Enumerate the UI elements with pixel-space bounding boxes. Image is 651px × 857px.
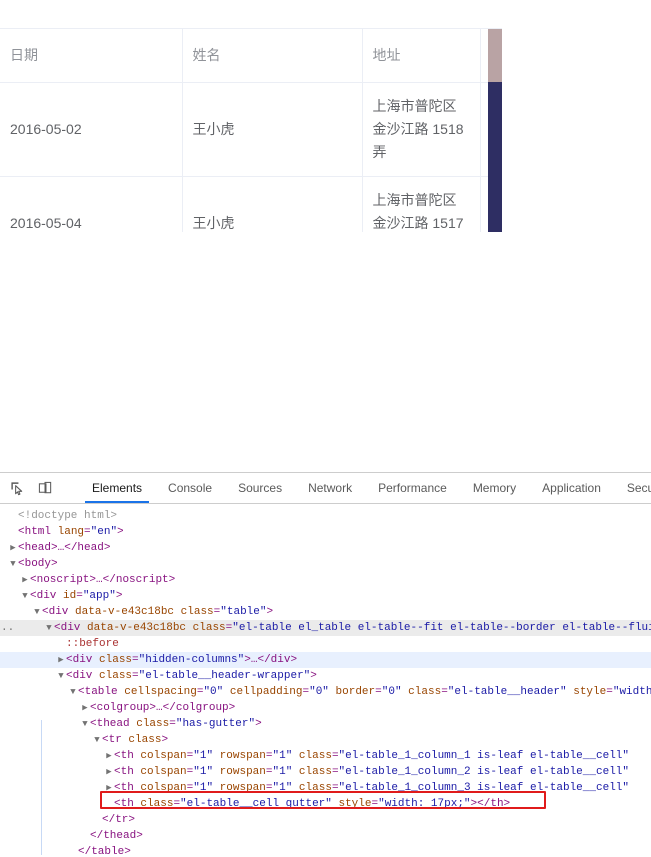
dom-tree-line[interactable]: <tr class> xyxy=(0,732,651,748)
table-header-row: 日期 姓名 地址 xyxy=(0,29,502,83)
dom-tree-line[interactable]: <div data-v-e43c18bc class="el-table el_… xyxy=(0,620,651,636)
dom-tree-line[interactable]: <html lang="en"> xyxy=(0,524,651,540)
device-toolbar-icon[interactable] xyxy=(36,479,54,497)
disclosure-triangle[interactable] xyxy=(104,748,114,764)
overflow-dots-marker: .. xyxy=(1,622,15,634)
dom-tree-line[interactable]: <div data-v-e43c18bc class="table"> xyxy=(0,604,651,620)
dom-tree-line[interactable]: <table cellspacing="0" cellpadding="0" b… xyxy=(0,684,651,700)
disclosure-triangle[interactable] xyxy=(20,588,30,604)
column-header-address[interactable]: 地址 xyxy=(362,29,481,83)
dom-tree-line[interactable]: <th colspan="1" rowspan="1" class="el-ta… xyxy=(0,780,651,796)
disclosure-triangle[interactable] xyxy=(104,780,114,796)
dom-tree-line[interactable]: <div id="app"> xyxy=(0,588,651,604)
tab-memory[interactable]: Memory xyxy=(460,473,529,503)
dom-tree-line[interactable]: <div class="hidden-columns">…</div> xyxy=(0,652,651,668)
table-row[interactable]: 2016-05-02 王小虎 上海市普陀区金沙江路 1518 弄 xyxy=(0,82,502,177)
tab-sources[interactable]: Sources xyxy=(225,473,295,503)
cell-address: 上海市普陀区金沙江路 1517 弄 xyxy=(362,176,481,232)
disclosure-triangle[interactable] xyxy=(92,732,102,748)
disclosure-triangle[interactable] xyxy=(8,556,18,572)
dom-tree-line[interactable]: <head>…</head> xyxy=(0,540,651,556)
el-table-container: 日期 姓名 地址 2016-05-02 王小虎 上海市普陀区金沙江路 1518 … xyxy=(0,28,502,232)
disclosure-triangle[interactable] xyxy=(80,716,90,732)
devtools-toolbar: Elements Console Sources Network Perform… xyxy=(0,473,651,504)
devtools-toolbar-icons xyxy=(0,473,79,503)
dom-tree-line[interactable]: <!doctype html> xyxy=(0,508,651,524)
disclosure-triangle[interactable] xyxy=(104,764,114,780)
dom-tree-line[interactable]: <thead class="has-gutter"> xyxy=(0,716,651,732)
disclosure-triangle[interactable] xyxy=(56,668,66,684)
disclosure-triangle[interactable] xyxy=(80,700,90,716)
cell-date: 2016-05-02 xyxy=(0,82,183,177)
disclosure-triangle[interactable] xyxy=(68,684,78,700)
table-scrollbar-thumb[interactable] xyxy=(488,82,502,232)
tab-elements[interactable]: Elements xyxy=(79,473,155,503)
dom-tree-line[interactable]: <colgroup>…</colgroup> xyxy=(0,700,651,716)
cell-address: 上海市普陀区金沙江路 1518 弄 xyxy=(362,82,481,177)
dom-tree-line[interactable]: <noscript>…</noscript> xyxy=(0,572,651,588)
dom-tree[interactable]: <!doctype html><html lang="en"><head>…</… xyxy=(0,504,651,856)
column-header-name[interactable]: 姓名 xyxy=(182,29,363,83)
dom-tree-line[interactable]: <th colspan="1" rowspan="1" class="el-ta… xyxy=(0,748,651,764)
tab-security[interactable]: Security xyxy=(614,473,651,503)
disclosure-triangle[interactable] xyxy=(56,652,66,668)
table-head: 日期 姓名 地址 xyxy=(0,29,502,83)
dom-tree-line[interactable]: </table> xyxy=(0,844,651,856)
disclosure-triangle[interactable] xyxy=(8,540,18,556)
table-row[interactable]: 2016-05-04 王小虎 上海市普陀区金沙江路 1517 弄 xyxy=(0,176,502,232)
table-gutter-strip xyxy=(488,29,502,232)
dom-tree-line[interactable]: ::before xyxy=(0,636,651,652)
dom-tree-line[interactable]: </thead> xyxy=(0,828,651,844)
cell-name: 王小虎 xyxy=(182,82,363,177)
dom-tree-line[interactable]: </tr> xyxy=(0,812,651,828)
tab-network[interactable]: Network xyxy=(295,473,365,503)
dom-tree-line[interactable]: <body> xyxy=(0,556,651,572)
dom-tree-line[interactable]: <th colspan="1" rowspan="1" class="el-ta… xyxy=(0,764,651,780)
tab-performance[interactable]: Performance xyxy=(365,473,460,503)
dom-tree-line[interactable]: <th class="el-table__cell gutter" style=… xyxy=(0,796,651,812)
tab-console[interactable]: Console xyxy=(155,473,225,503)
cell-name: 王小虎 xyxy=(182,176,363,232)
dom-tree-line[interactable]: <div class="el-table__header-wrapper"> xyxy=(0,668,651,684)
cell-date: 2016-05-04 xyxy=(0,176,183,232)
data-table: 日期 姓名 地址 2016-05-02 王小虎 上海市普陀区金沙江路 1518 … xyxy=(0,29,502,232)
devtools-element-highlight xyxy=(488,29,502,82)
disclosure-triangle[interactable] xyxy=(32,604,42,620)
devtools-panel: Elements Console Sources Network Perform… xyxy=(0,472,651,857)
inspect-element-icon[interactable] xyxy=(8,479,26,497)
column-header-date[interactable]: 日期 xyxy=(0,29,183,83)
table-body: 2016-05-02 王小虎 上海市普陀区金沙江路 1518 弄 2016-05… xyxy=(0,82,502,232)
disclosure-triangle[interactable] xyxy=(44,620,54,636)
devtools-tab-bar: Elements Console Sources Network Perform… xyxy=(79,473,651,503)
disclosure-triangle[interactable] xyxy=(20,572,30,588)
browser-page-viewport: 日期 姓名 地址 2016-05-02 王小虎 上海市普陀区金沙江路 1518 … xyxy=(0,0,651,472)
tab-application[interactable]: Application xyxy=(529,473,614,503)
